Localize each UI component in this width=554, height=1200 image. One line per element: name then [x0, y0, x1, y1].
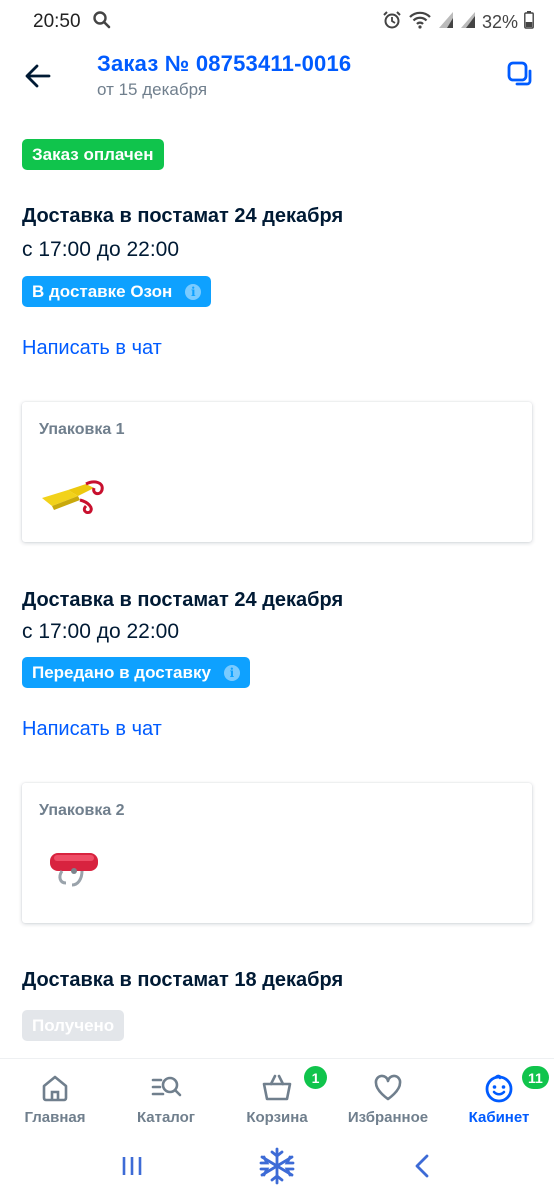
nav-home[interactable]: Главная — [0, 1059, 110, 1133]
status-time: 20:50 — [33, 11, 81, 32]
received-status-badge: Получено — [22, 1010, 125, 1041]
back-nav-icon[interactable] — [400, 1146, 444, 1186]
heart-icon — [372, 1072, 404, 1104]
order-header: Заказ № 08753411-0016 от 15 декабря — [0, 44, 554, 116]
arrow-left-icon[interactable] — [22, 60, 54, 92]
catalog-search-icon — [150, 1072, 182, 1104]
nav-cabinet[interactable]: 11 Кабинет — [444, 1059, 554, 1133]
alarm-icon — [382, 10, 402, 35]
search-status-icon — [92, 10, 112, 35]
order-date: от 15 декабря — [97, 80, 208, 99]
nav-favorites[interactable]: Избранное — [333, 1059, 443, 1133]
signal-icon-1 — [438, 11, 454, 34]
copy-icon[interactable] — [506, 60, 536, 90]
nav-label: Корзина — [246, 1109, 308, 1126]
delivery-status-label: В доставке Озон — [32, 281, 173, 301]
wifi-icon — [408, 10, 432, 35]
delivery-time: с 17:00 до 22:00 — [22, 238, 180, 261]
system-navigation-bar — [0, 1132, 554, 1200]
package-card[interactable]: Упаковка 2 — [22, 783, 532, 923]
cabinet-count-badge: 11 — [522, 1066, 549, 1089]
battery-icon — [524, 11, 534, 34]
delivery-time: с 17:00 до 22:00 — [22, 620, 180, 643]
red-tow-strap-image — [38, 843, 110, 899]
nav-cart[interactable]: 1 Корзина — [222, 1059, 332, 1133]
package-label: Упаковка 1 — [39, 421, 125, 438]
smiley-icon — [483, 1072, 515, 1104]
delivery-title: Доставка в постамат 18 декабря — [22, 969, 344, 991]
delivery-title: Доставка в постамат 24 декабря — [22, 589, 344, 611]
nav-label: Избранное — [347, 1109, 429, 1126]
package-card[interactable]: Упаковка 1 — [22, 402, 532, 542]
info-icon: i — [185, 283, 202, 300]
page-title: Заказ № 08753411-0016 — [97, 51, 352, 76]
delivery-status-badge[interactable]: В доставке Озон i — [22, 276, 212, 307]
bottom-navigation: Главная Каталог 1 Корзина Избранное 11 К… — [0, 1058, 554, 1132]
info-icon: i — [223, 664, 240, 681]
nav-label: Кабинет — [468, 1109, 530, 1126]
battery-level: 32% — [481, 12, 518, 32]
signal-icon-2 — [460, 11, 476, 34]
basket-icon — [261, 1072, 293, 1104]
nav-label: Главная — [24, 1109, 86, 1126]
recent-apps-icon[interactable] — [110, 1146, 154, 1186]
write-to-chat-link[interactable]: Написать в чат — [22, 718, 162, 741]
order-details: Заказ оплачен Доставка в постамат 24 дек… — [0, 116, 554, 1058]
write-to-chat-link[interactable]: Написать в чат — [22, 337, 162, 360]
nav-catalog[interactable]: Каталог — [111, 1059, 221, 1133]
yellow-tow-strap-image — [38, 462, 110, 518]
delivery-status-badge[interactable]: Передано в доставку i — [22, 657, 250, 688]
snowflake-home-icon[interactable] — [255, 1146, 299, 1186]
delivery-title: Доставка в постамат 24 декабря — [22, 205, 344, 227]
order-paid-badge: Заказ оплачен — [22, 139, 164, 170]
delivery-status-label: Передано в доставку — [32, 662, 211, 682]
status-bar: 20:50 32% — [0, 0, 554, 44]
package-label: Упаковка 2 — [39, 802, 125, 819]
nav-label: Каталог — [136, 1109, 196, 1126]
cart-count-badge: 1 — [304, 1066, 327, 1089]
home-icon — [39, 1072, 71, 1104]
